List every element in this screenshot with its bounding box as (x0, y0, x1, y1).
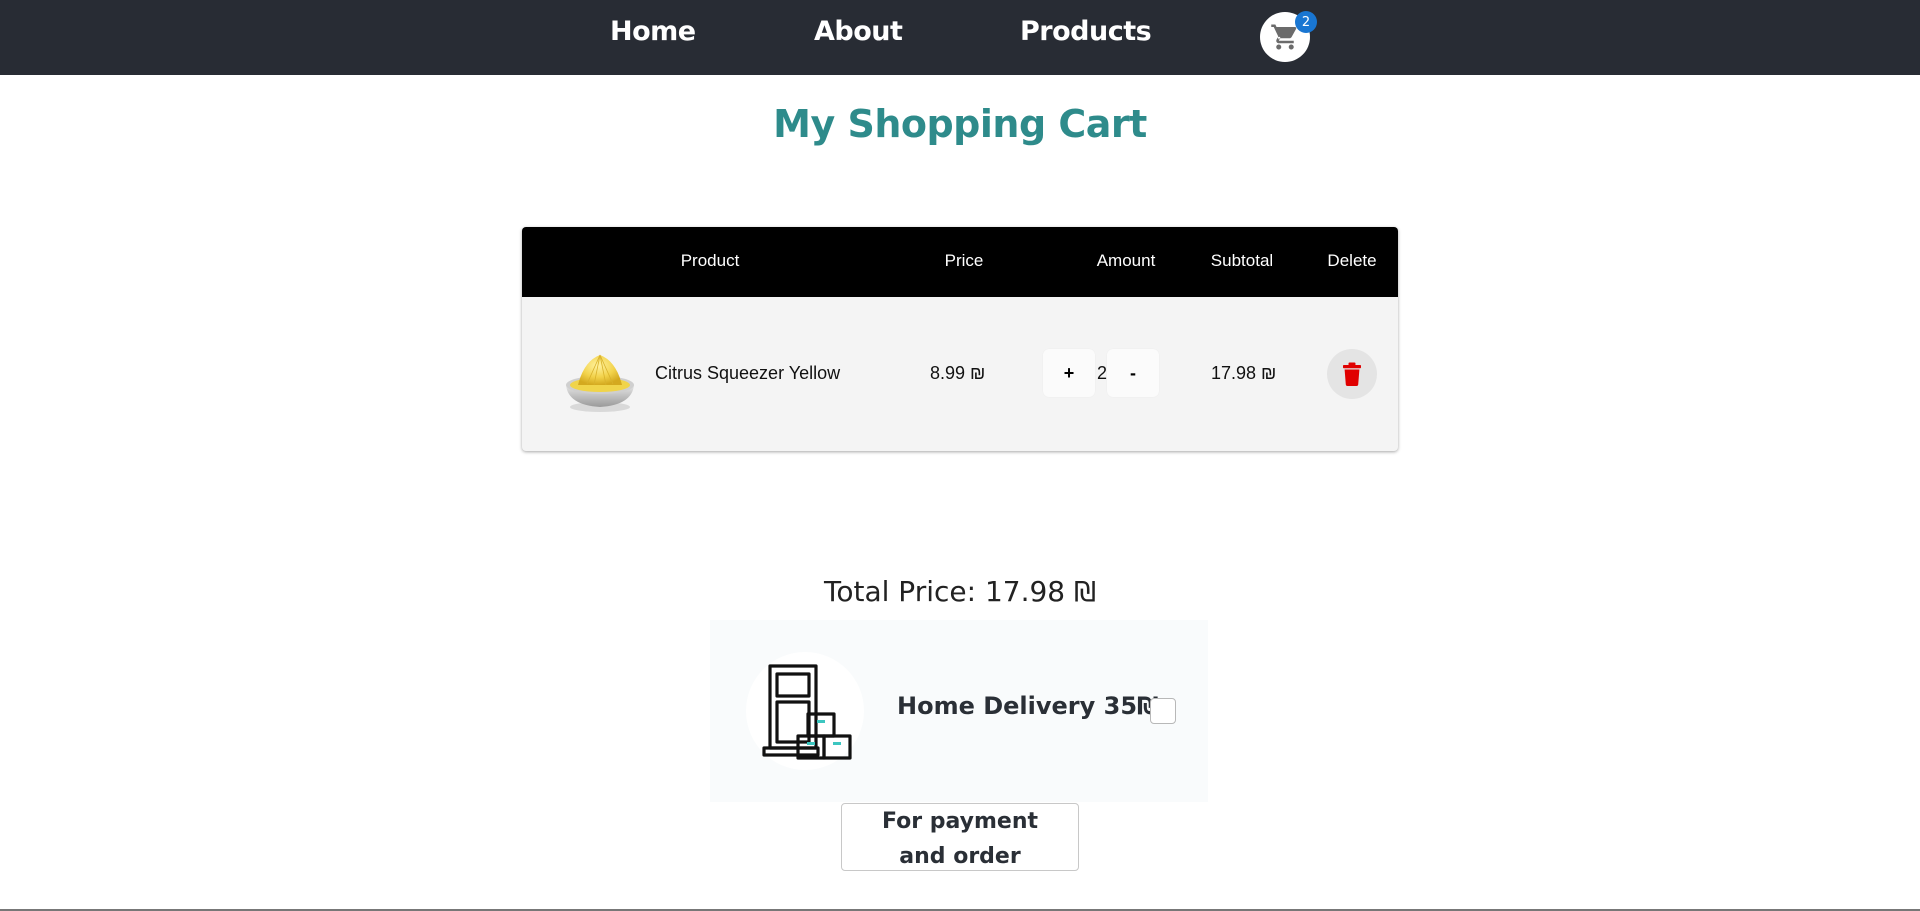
trash-icon (1343, 362, 1361, 386)
column-header-amount: Amount (1096, 251, 1156, 270)
column-header-delete: Delete (1327, 251, 1377, 270)
top-navbar: Home About Products 2 (0, 0, 1920, 75)
payment-button-line-1: For payment (881, 809, 1039, 834)
column-header-product: Product (680, 251, 740, 270)
citrus-squeezer-image (566, 354, 634, 412)
decrease-quantity-button[interactable]: - (1107, 349, 1159, 397)
nav-home-link[interactable]: Home (610, 16, 696, 47)
home-delivery-label: Home Delivery 35₪ (897, 692, 1159, 720)
table-header-row: Product Price Amount Subtotal Delete (522, 227, 1398, 297)
column-header-price: Price (944, 251, 984, 270)
payment-order-button[interactable]: For payment and order (841, 803, 1079, 871)
delivery-icon-circle (746, 652, 864, 770)
payment-button-line-2: and order (899, 844, 1021, 869)
product-name: Citrus Squeezer Yellow (655, 363, 841, 383)
product-subtotal: 17.98 ₪ (1211, 363, 1277, 383)
nav-about-link[interactable]: About (814, 16, 903, 47)
home-delivery-checkbox[interactable] (1150, 698, 1176, 724)
increase-quantity-button[interactable]: + (1043, 349, 1095, 397)
page-title: My Shopping Cart (773, 102, 1147, 146)
nav-products-link[interactable]: Products (1020, 16, 1152, 47)
column-header-subtotal: Subtotal (1210, 251, 1274, 270)
product-price: 8.99 ₪ (930, 363, 986, 383)
delivery-boxes-icon (762, 664, 852, 760)
total-price: Total Price: 17.98 ₪ (824, 575, 1096, 608)
delivery-option-card: Home Delivery 35₪ (710, 620, 1208, 802)
delete-item-button[interactable] (1327, 349, 1377, 399)
cart-count-badge: 2 (1295, 11, 1317, 33)
cart-table: Product Price Amount Subtotal Delete Cit… (522, 227, 1398, 451)
